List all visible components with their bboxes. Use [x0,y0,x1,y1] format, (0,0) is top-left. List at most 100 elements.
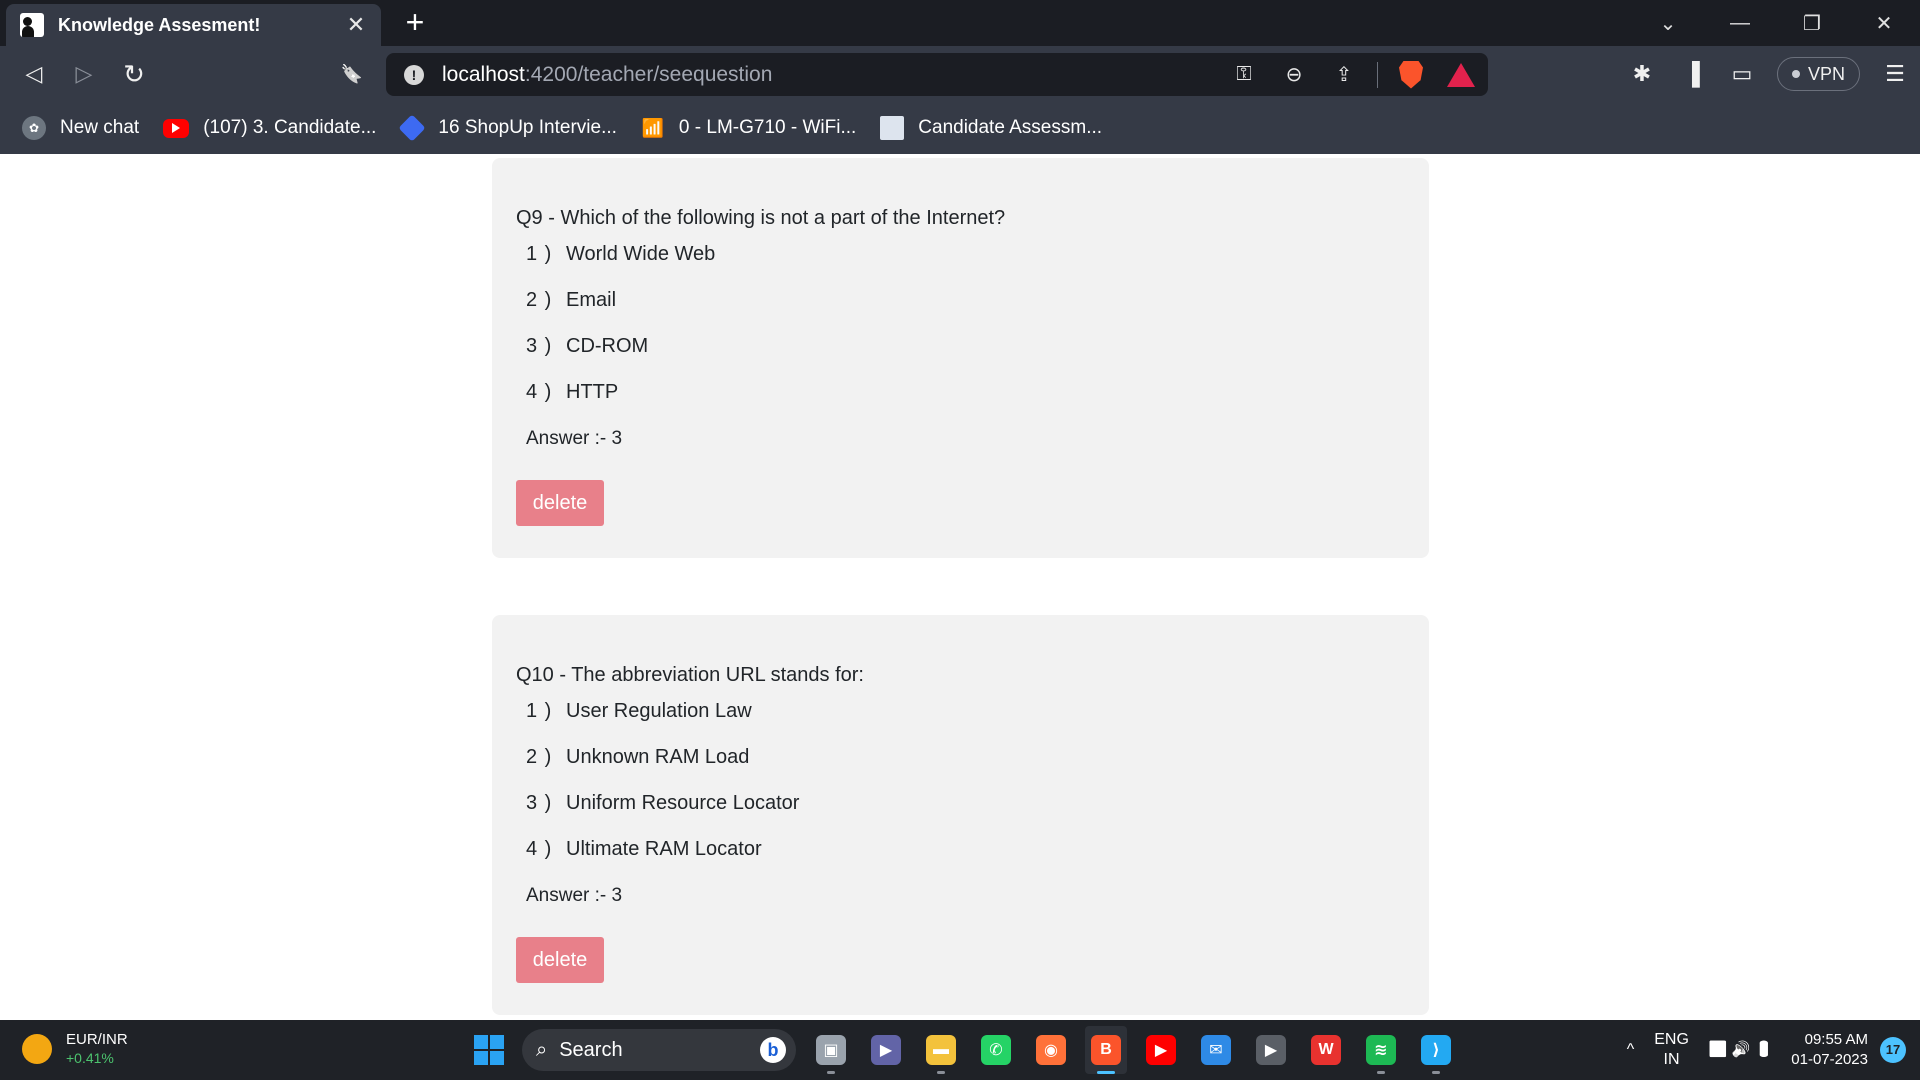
taskbar-app-media-player[interactable]: ▶ [1250,1026,1292,1074]
brave-shields-icon[interactable] [1394,58,1428,92]
browser-titlebar: Knowledge Assesment! ✕ + ⌄ — ❐ ✕ [0,0,1920,46]
option-item: 2 ) Email [526,289,616,312]
extensions-icon[interactable]: ✱ [1619,54,1665,94]
option-item: 1 ) User Regulation Law [526,700,752,723]
maximize-button[interactable]: ❐ [1776,0,1848,46]
teams-icon: ▶ [871,1035,901,1065]
bookmark-page-icon[interactable]: 🔖 [334,56,370,92]
url-host: localhost [442,62,525,86]
running-indicator [1432,1071,1440,1074]
tab-search-chevron-icon[interactable]: ⌄ [1632,0,1704,46]
zoom-out-icon[interactable]: ⊖ [1277,58,1311,92]
taskbar-app-file-explorer[interactable]: ▬ [920,1026,962,1074]
bookmarks-bar: ✿ New chat (107) 3. Candidate... 16 Shop… [0,102,1920,154]
task-view-icon: ▣ [816,1035,846,1065]
whatsapp-icon: ✆ [981,1035,1011,1065]
option-number: 3 ) [526,335,553,357]
taskbar: EUR/INR +0.41% ⌕ Search b ▣ ▶ ▬ ✆ ◉ B ▶ ✉ ▶ W ≋ ⟩ ^… [0,1020,1920,1080]
shopup-icon [398,114,426,142]
taskbar-search[interactable]: ⌕ Search b [522,1029,796,1071]
vpn-button[interactable]: VPN [1776,57,1860,91]
option-item: 3 ) CD-ROM [526,335,648,358]
forward-button[interactable]: ▷ [66,56,102,92]
url-text[interactable]: localhost:4200/teacher/seequestion [442,63,772,87]
taskbar-app-spotify[interactable]: ≋ [1360,1026,1402,1074]
back-button[interactable]: ◁ [16,56,52,92]
close-window-button[interactable]: ✕ [1848,0,1920,46]
bookmark-label: 0 - LM-G710 - WiFi... [678,117,857,138]
wps-office-icon: W [1311,1035,1341,1065]
youtube-icon: ▶ [1146,1035,1176,1065]
tray-overflow-chevron-icon[interactable]: ^ [1627,1040,1635,1060]
taskbar-app-mail[interactable]: ✉ [1195,1026,1237,1074]
question-card: Q9 - Which of the following is not a par… [492,158,1429,558]
wifi-icon: 📶 [641,117,665,138]
clock-time: 09:55 AM [1804,1031,1868,1048]
taskbar-app-brave[interactable]: B [1085,1026,1127,1074]
browser-tab-active[interactable]: Knowledge Assesment! ✕ [6,4,381,46]
taskbar-app-youtube[interactable]: ▶ [1140,1026,1182,1074]
clock[interactable]: 09:55 AM 01-07-2023 [1791,1030,1868,1070]
new-tab-button[interactable]: + [398,6,432,40]
share-icon[interactable]: ⇪ [1327,58,1361,92]
tab-close-icon[interactable]: ✕ [343,12,369,38]
mail-icon: ✉ [1201,1035,1231,1065]
running-indicator [827,1071,835,1074]
option-number: 1 ) [526,243,553,265]
region-code: IN [1663,1051,1680,1068]
bookmark-wifi[interactable]: 📶 0 - LM-G710 - WiFi... [641,116,857,140]
option-text: Ultimate RAM Locator [566,838,762,860]
bookmark-shopup[interactable]: 16 ShopUp Intervie... [398,114,617,142]
language-code: ENG [1654,1031,1689,1048]
tab-title: Knowledge Assesment! [58,14,261,35]
option-text: CD-ROM [566,335,649,357]
option-number: 2 ) [526,746,553,768]
bookmark-candidate-assessment[interactable]: Candidate Assessm... [880,116,1102,140]
language-indicator[interactable]: ENG IN [1654,1030,1689,1070]
running-indicator [1097,1071,1115,1074]
minimize-button[interactable]: — [1704,0,1776,46]
taskbar-app-whatsapp[interactable]: ✆ [975,1026,1017,1074]
site-favicon-icon [20,13,44,37]
media-player-icon: ▶ [1256,1035,1286,1065]
key-icon[interactable]: ⚿ [1227,58,1261,92]
delete-question-button[interactable]: delete [516,937,604,983]
stock-widget[interactable]: EUR/INR +0.41% [22,1030,128,1068]
wallet-icon[interactable]: ▭ [1719,54,1765,94]
network-volume-battery-icon[interactable]: 📶 🔊 🔋 [1709,1040,1773,1060]
address-bar[interactable]: ! localhost:4200/teacher/seequestion ⚿ ⊖… [386,53,1488,96]
taskbar-app-task-view[interactable]: ▣ [810,1026,852,1074]
option-text: Uniform Resource Locator [566,792,800,814]
running-indicator [937,1071,945,1074]
option-number: 4 ) [526,838,553,860]
start-button-windows-icon[interactable] [474,1035,504,1065]
toolbar-right: ✱ ▐ ▭ VPN ☰ [1617,46,1920,102]
taskbar-app-firefox[interactable]: ◉ [1030,1026,1072,1074]
stock-widget-icon [22,1034,52,1064]
url-path: :4200/teacher/seequestion [524,62,773,86]
reload-button[interactable]: ↻ [116,56,152,92]
system-tray: ^ ENG IN 📶 🔊 🔋 09:55 AM 01-07-2023 17 [1617,1020,1920,1080]
widget-title: EUR/INR [66,1031,128,1048]
chatgpt-icon: ✿ [22,116,46,140]
bookmark-label: Candidate Assessm... [918,117,1103,138]
sidebar-toggle-icon[interactable]: ▐ [1669,54,1715,94]
bing-icon[interactable]: b [760,1037,786,1063]
widget-change: +0.41% [66,1050,114,1066]
taskbar-app-wps-office[interactable]: W [1305,1026,1347,1074]
delete-question-button[interactable]: delete [516,480,604,526]
vpn-label: VPN [1807,63,1845,84]
site-info-icon[interactable]: ! [404,64,424,85]
bookmark-label: (107) 3. Candidate... [203,117,377,138]
notification-badge[interactable]: 17 [1880,1037,1906,1063]
option-number: 4 ) [526,381,553,403]
brave-rewards-icon[interactable] [1444,58,1478,92]
bookmark-new-chat[interactable]: ✿ New chat [22,116,139,140]
bookmark-youtube[interactable]: (107) 3. Candidate... [163,117,376,139]
taskbar-app-teams[interactable]: ▶ [865,1026,907,1074]
vpn-status-dot [1791,70,1800,78]
option-text: HTTP [566,381,619,403]
option-item: 1 ) World Wide Web [526,243,715,266]
browser-menu-icon[interactable]: ☰ [1872,54,1918,94]
taskbar-app-vscode[interactable]: ⟩ [1415,1026,1457,1074]
